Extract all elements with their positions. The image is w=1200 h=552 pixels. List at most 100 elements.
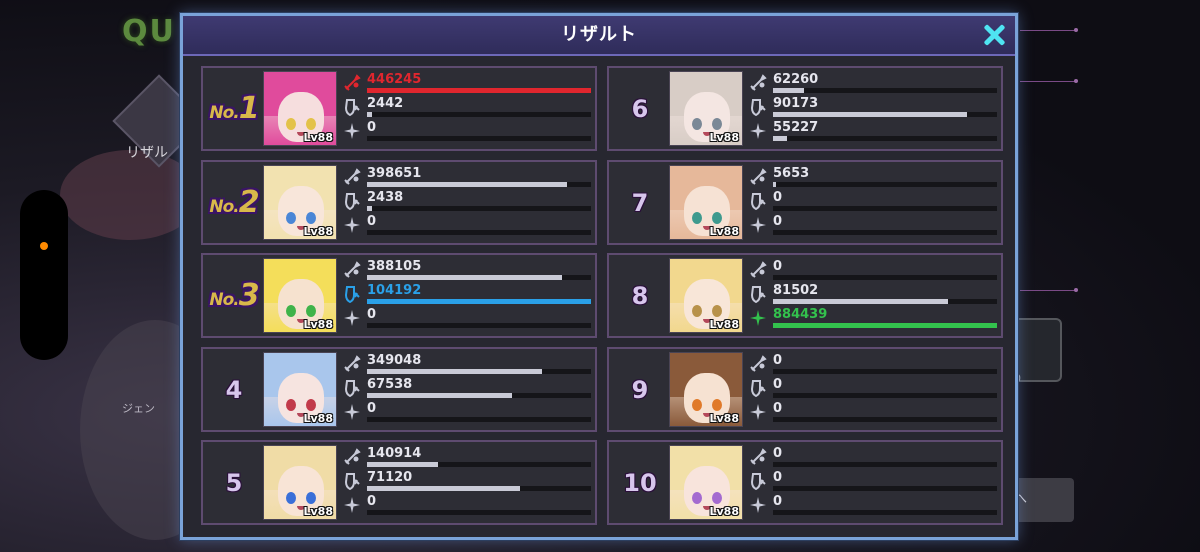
stat-value: 0	[367, 401, 377, 416]
bg-gem-label: ジェン	[122, 402, 155, 415]
portrait-eye	[712, 212, 722, 224]
stat-bar	[773, 182, 997, 187]
stat-bar	[367, 88, 591, 93]
modal-header: リザルト	[183, 16, 1015, 56]
character-portrait: Lv88	[669, 445, 743, 520]
stat-value: 0	[773, 353, 783, 368]
character-portrait: Lv88	[669, 71, 743, 146]
heal-sparkle-icon	[343, 496, 361, 514]
portrait-eye	[692, 212, 702, 224]
heal-sparkle-icon	[749, 216, 767, 234]
stat-value: 71120	[367, 470, 413, 485]
stat-row: 0	[343, 401, 593, 425]
portrait-eye	[306, 492, 316, 504]
stat-value: 0	[367, 494, 377, 509]
stat-bar	[773, 462, 997, 467]
stat-row: 62260	[749, 72, 999, 96]
character-portrait: Lv88	[263, 352, 337, 427]
stat-row: 0	[749, 377, 999, 401]
side-handle[interactable]	[20, 190, 68, 360]
stat-bar-fill	[367, 206, 373, 211]
result-card: 9 Lv88 0 0 0	[607, 347, 1003, 432]
rank-number: 3	[238, 278, 260, 313]
stat-bar	[773, 393, 997, 398]
character-portrait: Lv88	[669, 165, 743, 240]
heal-sparkle-icon	[343, 216, 361, 234]
level-label: Lv88	[709, 225, 740, 238]
bg-result-label: リザル	[126, 145, 168, 161]
guard-shield-icon	[343, 98, 361, 117]
stat-value: 0	[367, 214, 377, 229]
stat-bar	[773, 275, 997, 280]
stat-row: 398651	[343, 166, 593, 190]
stat-value: 67538	[367, 377, 413, 392]
portrait-eye	[692, 118, 702, 130]
rank-number: 2	[238, 185, 260, 220]
rank-badge: 9	[609, 349, 671, 430]
result-card: 5 Lv88 140914 71120 0	[201, 440, 597, 525]
stat-row: 0	[343, 494, 593, 518]
portrait-eye	[712, 305, 722, 317]
stat-bar	[773, 417, 997, 422]
stat-value: 398651	[367, 166, 422, 181]
portrait-eye	[306, 118, 316, 130]
level-label: Lv88	[303, 318, 334, 331]
portrait-eye	[286, 399, 296, 411]
damage-sword-icon	[343, 261, 361, 279]
level-label: Lv88	[709, 131, 740, 144]
stat-value: 0	[773, 259, 783, 274]
bg-dot	[1074, 288, 1078, 292]
rank-number: 1	[238, 91, 260, 126]
stat-list: 349048 67538 0	[343, 353, 593, 425]
heal-sparkle-icon	[343, 403, 361, 421]
stat-bar	[367, 206, 591, 211]
bg-dot	[1074, 79, 1078, 83]
stat-bar	[773, 510, 997, 515]
stat-bar-fill	[367, 393, 513, 398]
level-label: Lv88	[303, 412, 334, 425]
portrait-eye	[712, 118, 722, 130]
stat-row: 90173	[749, 96, 999, 120]
top-rank-label: No.3	[209, 278, 260, 313]
stat-bar	[773, 299, 997, 304]
stat-value: 884439	[773, 307, 828, 322]
heal-sparkle-icon	[343, 309, 361, 327]
rank-prefix: No.	[209, 290, 239, 310]
heal-sparkle-icon	[343, 122, 361, 140]
heal-sparkle-icon	[749, 122, 767, 140]
stat-value: 349048	[367, 353, 422, 368]
stat-row: 0	[749, 446, 999, 470]
guard-shield-icon	[749, 98, 767, 117]
level-label: Lv88	[709, 318, 740, 331]
portrait-eye	[306, 305, 316, 317]
result-card: 7 Lv88 5653 0 0	[607, 160, 1003, 245]
rank-badge: 10	[609, 442, 671, 523]
close-icon[interactable]	[979, 20, 1009, 50]
top-rank-label: No.2	[209, 185, 260, 220]
rank-badge: 7	[609, 162, 671, 243]
stat-row: 71120	[343, 470, 593, 494]
level-label: Lv88	[303, 131, 334, 144]
stat-value: 0	[773, 377, 783, 392]
level-label: Lv88	[709, 505, 740, 518]
character-portrait: Lv88	[669, 352, 743, 427]
damage-sword-icon	[749, 355, 767, 373]
bg-quest-title: QU	[122, 14, 176, 49]
stat-bar	[773, 206, 997, 211]
stat-row: 0	[749, 470, 999, 494]
stat-list: 388105 104192 0	[343, 259, 593, 331]
guard-shield-icon	[343, 285, 361, 304]
bg-divider	[1020, 30, 1076, 31]
bg-divider	[1020, 81, 1076, 82]
bg-dot	[1074, 28, 1078, 32]
stat-bar	[367, 136, 591, 141]
top-rank-label: No.1	[209, 91, 260, 126]
bg-divider	[1020, 290, 1076, 291]
stat-row: 0	[749, 494, 999, 518]
stat-list: 446245 2442 0	[343, 72, 593, 144]
stat-row: 0	[749, 214, 999, 238]
character-portrait: Lv88	[669, 258, 743, 333]
stat-list: 0 0 0	[749, 353, 999, 425]
stat-list: 0 81502 884439	[749, 259, 999, 331]
stat-value: 81502	[773, 283, 819, 298]
